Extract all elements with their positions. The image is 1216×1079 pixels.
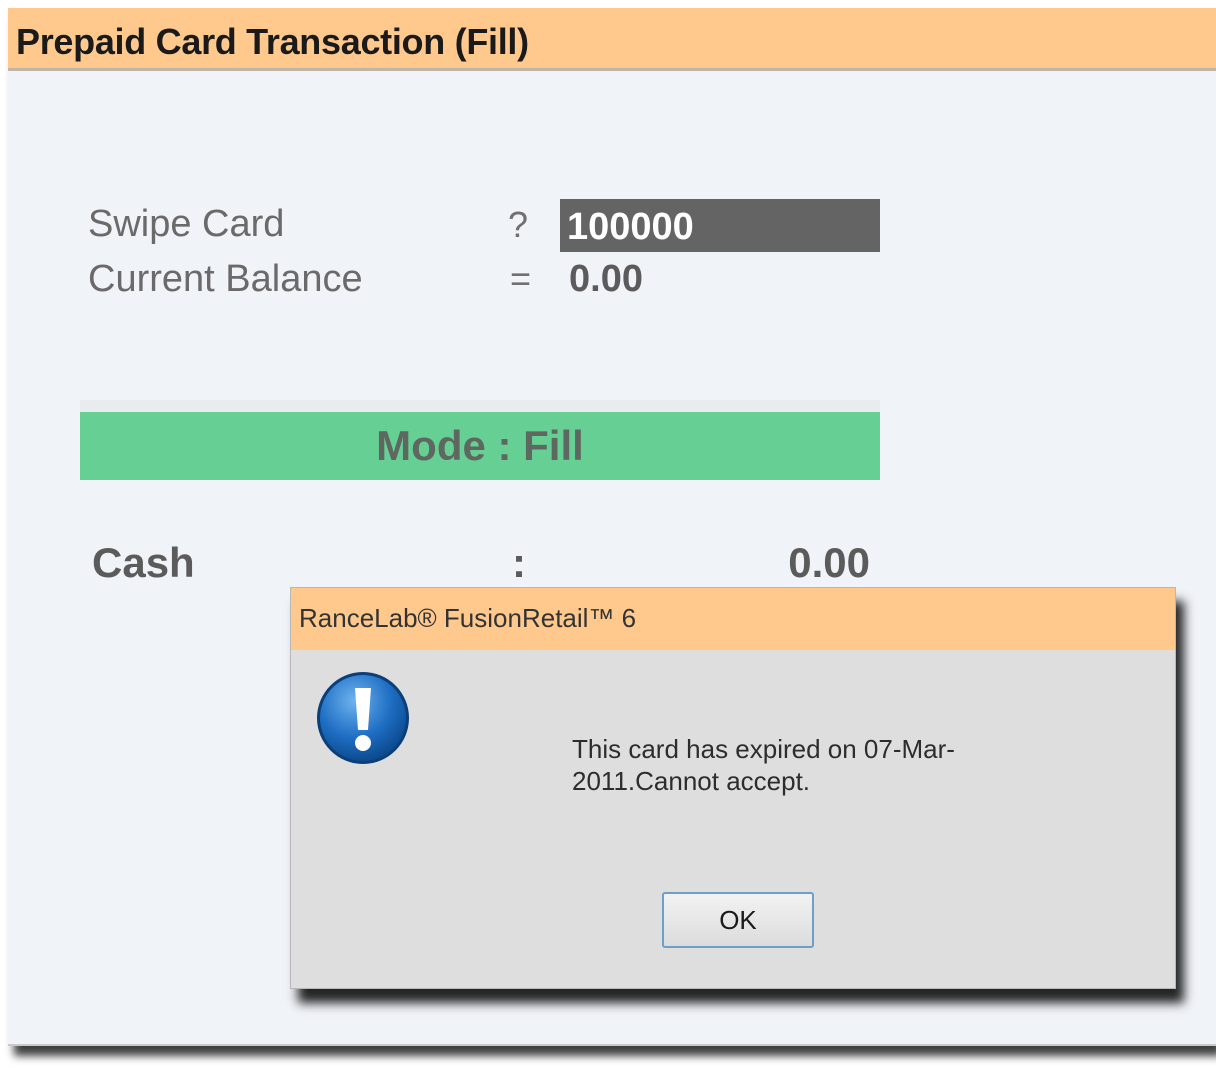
mode-label: Mode : Fill	[376, 422, 584, 469]
dialog-titlebar: RanceLab® FusionRetail™ 6	[291, 588, 1175, 650]
current-balance-label: Current Balance	[88, 258, 363, 300]
mode-banner: Mode : Fill	[80, 400, 880, 480]
dialog-message: This card has expired on 07-Mar-2011.Can…	[572, 734, 955, 796]
swipe-card-label: Swipe Card	[88, 203, 285, 245]
alert-dialog: RanceLab® FusionRetail™ 6 This card has …	[290, 587, 1176, 989]
cash-label: Cash	[92, 539, 195, 586]
info-exclamation-icon	[315, 670, 411, 766]
cash-value: 0.00	[788, 539, 870, 586]
swipe-card-input[interactable]	[560, 199, 880, 252]
window-titlebar: Prepaid Card Transaction (Fill)	[8, 8, 1216, 71]
swipe-card-symbol: ?	[508, 204, 529, 245]
ok-button[interactable]: OK	[662, 892, 814, 948]
current-balance-value: 0.00	[569, 258, 643, 300]
window-title: Prepaid Card Transaction (Fill)	[16, 21, 529, 62]
current-balance-symbol: =	[510, 258, 532, 299]
cash-separator: :	[512, 539, 526, 586]
dialog-title: RanceLab® FusionRetail™ 6	[299, 603, 637, 633]
